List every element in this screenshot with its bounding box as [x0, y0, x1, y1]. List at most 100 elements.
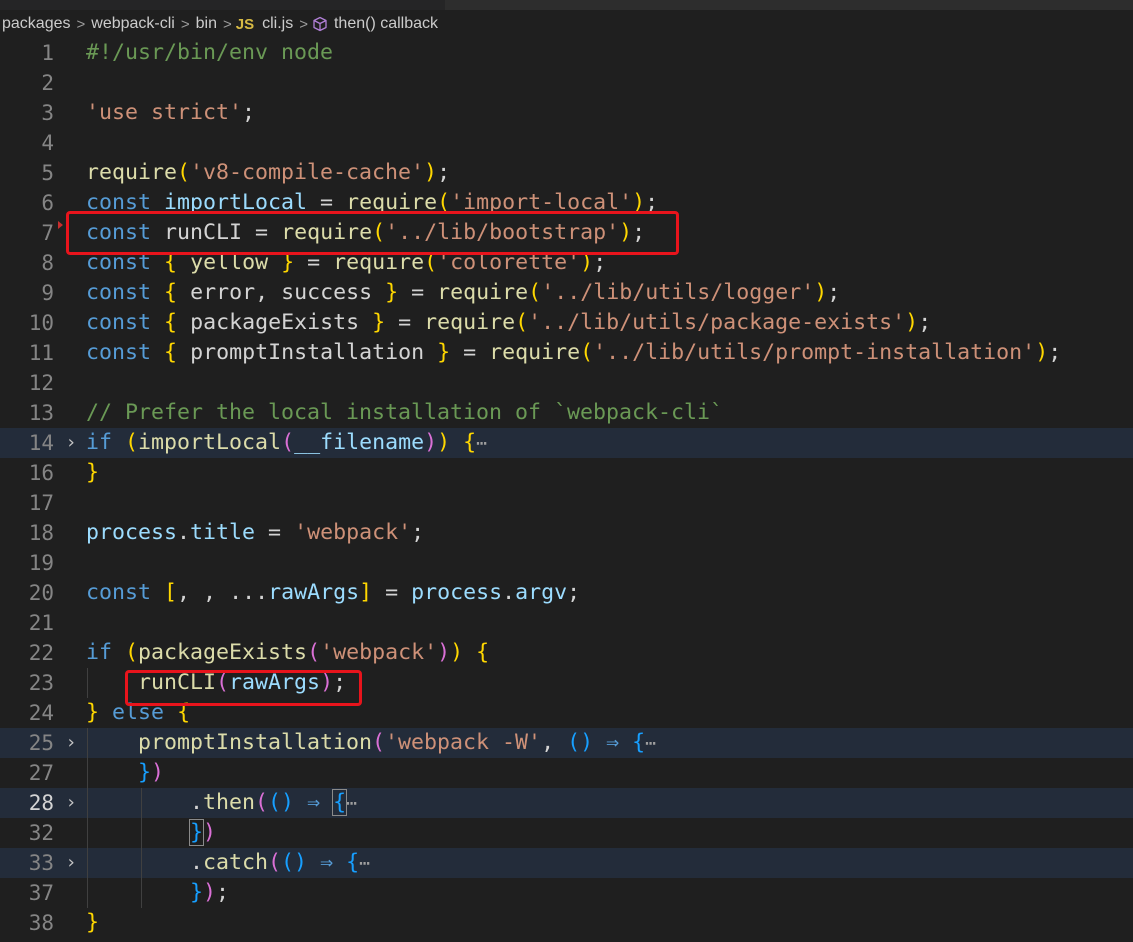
- line-number: 8: [41, 251, 54, 275]
- code-line: 13 // Prefer the local installation of `…: [0, 398, 1133, 428]
- breadcrumb-separator: >: [299, 15, 308, 33]
- variable-token: rawArgs: [268, 580, 360, 605]
- code-line: 11 const { promptInstallation } = requir…: [0, 338, 1133, 368]
- line-number: 24: [28, 701, 54, 725]
- line-number: 18: [28, 521, 54, 545]
- line-number: 12: [28, 371, 54, 395]
- line-number: 7: [41, 221, 54, 245]
- folded-ellipsis-icon[interactable]: ⋯: [359, 853, 370, 874]
- variable-token: error: [190, 280, 256, 305]
- folded-ellipsis-icon[interactable]: ⋯: [645, 733, 656, 754]
- code-text: const { error, success } = require('../l…: [86, 280, 841, 305]
- keyword-token: if: [86, 430, 113, 455]
- code-line: 38 }: [0, 908, 1133, 938]
- string-token: 'webpack': [294, 520, 412, 545]
- keyword-token: const: [86, 310, 152, 335]
- line-number: 13: [28, 401, 54, 425]
- code-line: 20 const [, , ...rawArgs] = process.argv…: [0, 578, 1133, 608]
- line-number: 11: [28, 341, 54, 365]
- line-number: 23: [28, 671, 54, 695]
- line-number: 27: [28, 761, 54, 785]
- code-editor[interactable]: 1 #!/usr/bin/env node 2 3 'use strict'; …: [0, 38, 1133, 942]
- code-text: #!/usr/bin/env node: [86, 38, 333, 68]
- code-line: 32 }): [0, 818, 1133, 848]
- breadcrumb-separator: >: [76, 15, 86, 33]
- code-line: 10 const { packageExists } = require('..…: [0, 308, 1133, 338]
- string-token: 'webpack': [320, 640, 438, 665]
- string-token: '../lib/utils/logger': [541, 280, 815, 305]
- breadcrumb-item-webpack-cli[interactable]: webpack-cli: [89, 15, 177, 33]
- code-text: if (packageExists('webpack')) {: [86, 640, 490, 665]
- code-line: 22 if (packageExists('webpack')) {: [0, 638, 1133, 668]
- code-line: 37 });: [0, 878, 1133, 908]
- punct-token: ;: [567, 580, 581, 605]
- code-line: 27 }): [0, 758, 1133, 788]
- function-token: require: [86, 160, 178, 185]
- code-text: require('v8-compile-cache');: [86, 160, 451, 185]
- code-line-folded: 25 › promptInstallation('webpack -W', ()…: [0, 728, 1133, 758]
- indent-guide: [141, 788, 142, 908]
- arrow-token: ⇒: [606, 730, 620, 755]
- fold-chevron-icon[interactable]: ›: [62, 848, 80, 878]
- shebang-token: #!/usr/bin/env node: [86, 40, 334, 65]
- symbol-method-icon: [313, 16, 327, 32]
- breadcrumb-item-packages[interactable]: packages: [0, 15, 73, 33]
- line-number: 16: [28, 461, 54, 485]
- line-number: 19: [28, 551, 54, 575]
- breadcrumb-item-symbol[interactable]: then() callback: [332, 15, 440, 33]
- punct-token: ;: [216, 880, 230, 905]
- function-token: packageExists: [138, 640, 308, 665]
- comment-token: // Prefer the local installation of `web…: [86, 400, 724, 425]
- code-text: });: [190, 880, 230, 905]
- code-line: 9 const { error, success } = require('..…: [0, 278, 1133, 308]
- function-token: require: [424, 310, 516, 335]
- punct-token: ;: [242, 100, 256, 125]
- line-number: 4: [41, 131, 54, 155]
- line-number: 25: [28, 731, 54, 755]
- code-line-folded: 14 › if (importLocal(__filename)) {⋯: [0, 428, 1133, 458]
- code-line: 5 require('v8-compile-cache');: [0, 158, 1133, 188]
- line-number: 2: [41, 71, 54, 95]
- line-number: 10: [28, 311, 54, 335]
- line-number: 6: [41, 191, 54, 215]
- code-text: .catch(() ⇒ {⋯: [86, 850, 370, 875]
- highlight-box-runcli-call: [125, 670, 362, 706]
- line-number: 9: [41, 281, 54, 305]
- code-line: 21: [0, 608, 1133, 638]
- function-token: promptInstallation: [138, 730, 373, 755]
- variable-token: process: [411, 580, 503, 605]
- line-number: 37: [28, 881, 54, 905]
- fold-chevron-icon[interactable]: ›: [62, 788, 80, 818]
- folded-ellipsis-icon[interactable]: ⋯: [346, 793, 357, 814]
- code-text: }): [138, 760, 165, 785]
- fold-chevron-icon[interactable]: ›: [62, 428, 80, 458]
- fold-chevron-icon[interactable]: ›: [62, 728, 80, 758]
- code-text: }: [86, 460, 100, 485]
- code-text: 'use strict';: [86, 98, 255, 128]
- line-number: 5: [41, 161, 54, 185]
- line-number: 21: [28, 611, 54, 635]
- string-token: 'webpack -W': [385, 730, 542, 755]
- code-text: if (importLocal(__filename)) {⋯: [86, 430, 487, 455]
- code-line: 2: [0, 68, 1133, 98]
- indent-guide: [87, 728, 88, 908]
- breadcrumb-separator: >: [222, 15, 232, 33]
- code-line: 3 'use strict';: [0, 98, 1133, 128]
- breadcrumb-item-bin[interactable]: bin: [194, 15, 219, 33]
- folded-ellipsis-icon[interactable]: ⋯: [476, 433, 487, 454]
- string-token: 'v8-compile-cache': [190, 160, 425, 185]
- punct-token: ;: [437, 160, 451, 185]
- function-token: importLocal: [138, 430, 282, 455]
- string-token: '../lib/utils/package-exists': [528, 310, 906, 335]
- breadcrumb-item-file[interactable]: cli.js: [260, 15, 295, 33]
- code-text: }: [86, 910, 100, 935]
- text-cursor: {: [332, 789, 348, 816]
- line-number: 3: [41, 101, 54, 125]
- line-number: 32: [28, 821, 54, 845]
- code-line: 12: [0, 368, 1133, 398]
- string-token: 'use strict': [86, 100, 243, 125]
- breadcrumb-separator: >: [180, 15, 190, 33]
- function-token: then: [203, 790, 256, 815]
- code-text: process.title = 'webpack';: [86, 520, 425, 545]
- punct-token: ;: [827, 280, 841, 305]
